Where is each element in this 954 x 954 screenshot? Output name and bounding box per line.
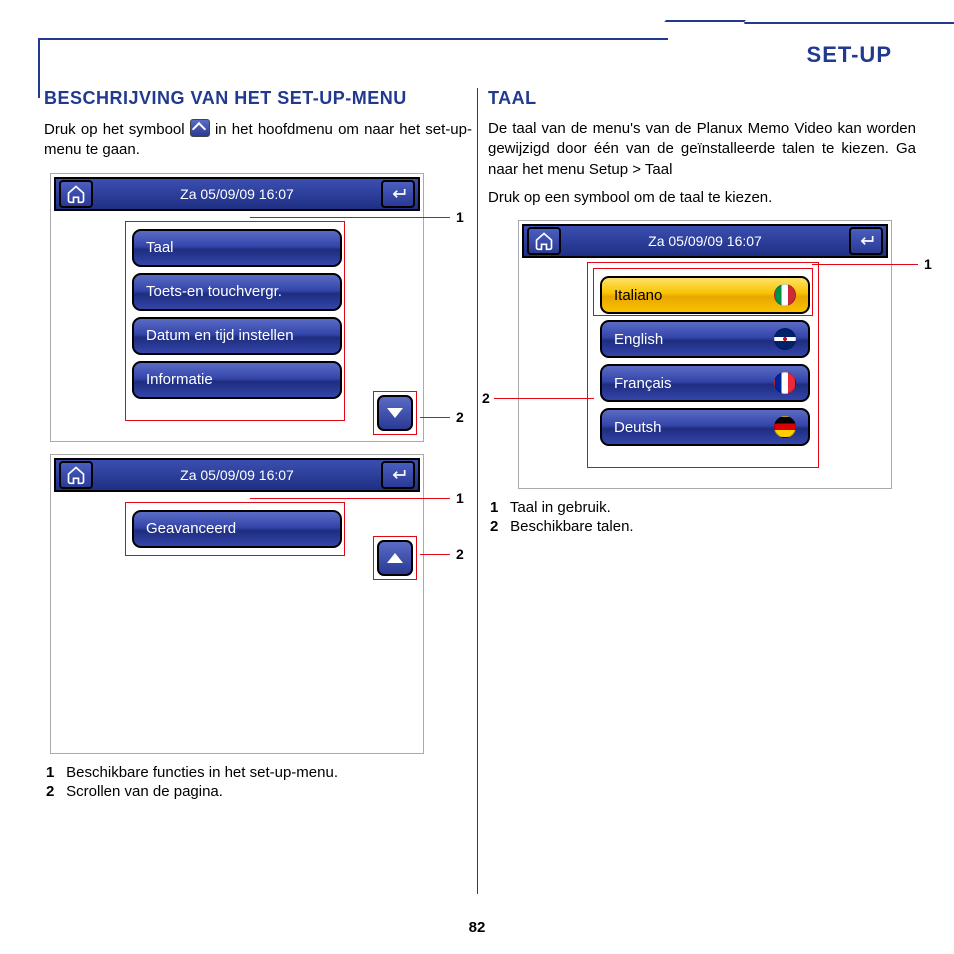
legend-text-1: Beschikbare functies in het set-up-menu. [66,764,338,781]
legend-text-r2: Beschikbare talen. [510,518,633,535]
section-heading-taal: TAAL [488,88,916,109]
callout-num-r1: 1 [924,256,932,272]
menu-item-taal[interactable]: Taal [132,229,342,267]
menu-item-info[interactable]: Informatie [132,361,342,399]
header-rule-h [38,38,668,40]
screenshot-language-menu: Za 05/09/09 16:07 Italiano English [518,220,916,489]
taal-p2: Druk op een symbool om de taal te kiezen… [488,188,916,208]
legend-left: 1 Beschikbare functies in het set-up-men… [46,764,472,800]
callout-num-2: 2 [456,409,464,425]
menu-label: Geavanceerd [146,520,236,537]
menu-item-touchlock[interactable]: Toets-en touchvergr. [132,273,342,311]
page-header: SET-UP [38,20,924,56]
legend-text-2: Scrollen van de pagina. [66,783,223,800]
legend-num-1: 1 [46,764,62,781]
lang-label: Deutsh [614,419,662,436]
taal-p1: De taal van de menu's van de Planux Memo… [488,119,916,180]
callout-line-2 [420,417,450,418]
lang-item-english[interactable]: English [600,320,810,358]
callout-line-r2 [494,398,594,399]
intro-text: Druk op het symbool in het hoofdmenu om … [44,119,472,161]
flag-fr-icon [774,372,796,394]
menu-label: Datum en tijd instellen [146,327,294,344]
callout-num-1b: 1 [456,490,464,506]
flag-uk-icon [774,328,796,350]
lang-item-deutsch[interactable]: Deutsh [600,408,810,446]
setup-icon [190,119,210,137]
callout-num-1: 1 [456,209,464,225]
home-button[interactable] [527,227,561,255]
chevron-down-icon [387,408,403,418]
lang-label: Français [614,375,672,392]
titlebar-date: Za 05/09/09 16:07 [564,233,846,249]
lang-label: English [614,331,663,348]
chevron-up-icon [387,553,403,563]
menu-item-datetime[interactable]: Datum en tijd instellen [132,317,342,355]
scroll-up-button[interactable] [377,540,413,576]
legend-text-r1: Taal in gebruik. [510,499,611,516]
column-right: TAAL De taal van de menu's van de Planux… [480,80,924,904]
home-button[interactable] [59,180,93,208]
titlebar-date: Za 05/09/09 16:07 [96,467,378,483]
column-left: BESCHRIJVING VAN HET SET-UP-MENU Druk op… [36,80,480,904]
flag-de-icon [774,416,796,438]
lang-item-italiano[interactable]: Italiano [600,276,810,314]
enter-button[interactable] [381,180,415,208]
menu-label: Informatie [146,371,213,388]
header-rule-diag [636,20,746,56]
enter-button[interactable] [849,227,883,255]
lang-label: Italiano [614,287,662,304]
page-number: 82 [0,919,954,936]
callout-line-r1 [812,264,918,265]
scroll-down-button[interactable] [377,395,413,431]
callout-line-2b [420,554,450,555]
callout-line-1b [250,498,450,499]
screenshot-setup-menu-2: Za 05/09/09 16:07 Geavanceerd 1 2 [50,454,472,754]
flag-it-icon [774,284,796,306]
titlebar-date: Za 05/09/09 16:07 [96,186,378,202]
legend-right: 1 Taal in gebruik. 2 Beschikbare talen. [490,499,916,535]
callout-num-2b: 2 [456,546,464,562]
intro-a: Druk op het symbool [44,121,190,138]
screenshot-setup-menu-1: Za 05/09/09 16:07 Taal Toets-en touchver… [50,173,472,442]
menu-item-advanced[interactable]: Geavanceerd [132,510,342,548]
menu-label: Taal [146,239,174,256]
legend-num-r1: 1 [490,499,506,516]
menu-label: Toets-en touchvergr. [146,283,282,300]
lang-item-francais[interactable]: Français [600,364,810,402]
enter-button[interactable] [381,461,415,489]
legend-num-r2: 2 [490,518,506,535]
titlebar: Za 05/09/09 16:07 [54,177,420,211]
callout-line-1 [250,217,450,218]
legend-num-2: 2 [46,783,62,800]
section-heading-setup: BESCHRIJVING VAN HET SET-UP-MENU [44,88,472,109]
callout-num-r2: 2 [482,390,490,406]
titlebar: Za 05/09/09 16:07 [54,458,420,492]
titlebar: Za 05/09/09 16:07 [522,224,888,258]
home-button[interactable] [59,461,93,489]
page-title: SET-UP [807,42,892,68]
